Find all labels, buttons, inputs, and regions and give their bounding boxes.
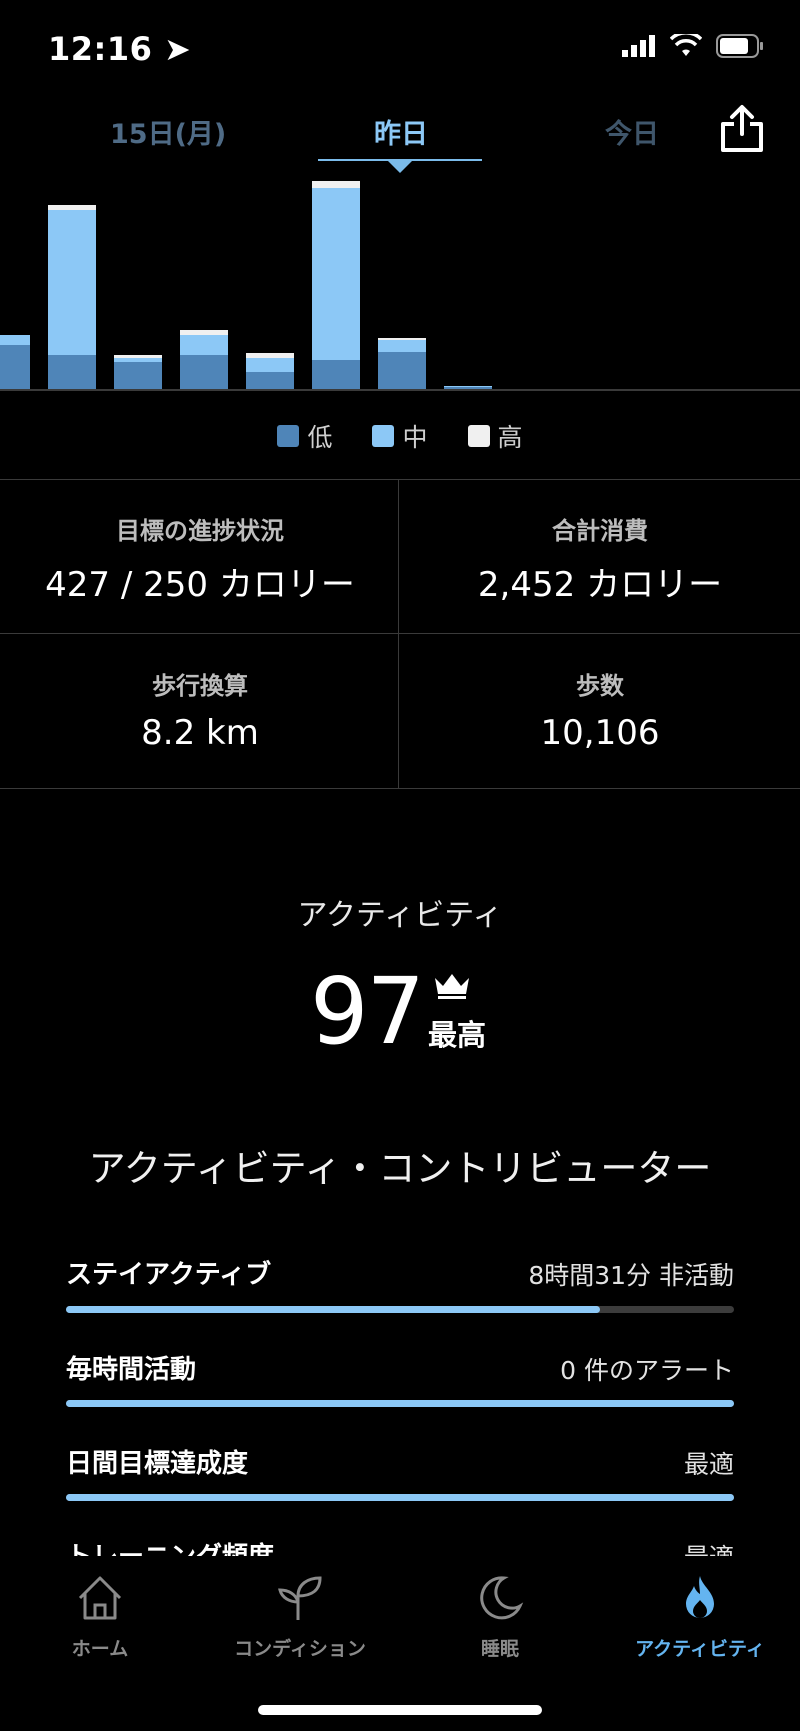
chart-bar-high	[312, 181, 360, 188]
wifi-icon	[670, 34, 702, 56]
crown-icon	[435, 974, 469, 999]
status-time: 12:16 ➤	[48, 30, 192, 68]
divider	[0, 479, 800, 480]
goal-progress-label: 目標の進捗状況	[116, 517, 284, 545]
walking-distance-label: 歩行換算	[152, 672, 248, 700]
contributor-label: 毎時間活動	[66, 1355, 197, 1385]
contributor-label: 日間目標達成度	[66, 1449, 249, 1479]
goal-progress-value: 427 / 250 カロリー	[45, 565, 355, 605]
activity-score-title: アクティビティ	[297, 898, 503, 933]
battery-icon	[716, 34, 763, 58]
legend-label-low: 低	[307, 423, 333, 452]
chart-bar-high	[246, 353, 294, 358]
location-arrow-icon: ➤	[164, 30, 192, 68]
chart-bar-mid	[246, 358, 294, 372]
contributor-progress-track	[66, 1306, 734, 1313]
activity-bar-chart	[0, 181, 492, 390]
nav-condition-label: コンディション	[234, 1638, 366, 1660]
chart-bar-mid	[180, 335, 228, 355]
steps-value: 10,106	[540, 713, 660, 753]
contributor-progress-fill	[66, 1400, 734, 1407]
legend-swatch-mid	[372, 425, 395, 447]
contributor-label: ステイアクティブ	[66, 1260, 272, 1290]
chart-bar-low	[378, 352, 426, 390]
chart-bar-high	[48, 205, 96, 210]
signal-icon	[622, 35, 655, 57]
chart-bar-low	[0, 345, 30, 390]
nav-activity[interactable]: アクティビティ	[600, 1572, 800, 1661]
chart-bar-low	[114, 362, 162, 390]
chart-legend: 低 中 高	[0, 418, 800, 454]
legend-swatch-low	[277, 425, 300, 447]
chart-bar-low	[48, 355, 96, 390]
contributor-value: 8時間31分 非活動	[528, 1261, 734, 1290]
contributor-value: 最適	[683, 1450, 734, 1479]
chart-bar-low	[246, 372, 294, 390]
sprout-icon	[278, 1576, 322, 1620]
legend-low: 低	[277, 418, 332, 454]
tab-prev-day[interactable]: 15日(月)	[110, 112, 226, 151]
activity-score-rating: 最高	[428, 1018, 487, 1052]
walking-distance-value: 8.2 km	[141, 713, 259, 753]
activity-score: 97	[310, 958, 425, 1065]
tab-caret	[388, 161, 412, 173]
chart-bar-mid	[444, 386, 492, 387]
legend-swatch-high	[467, 425, 490, 447]
legend-mid: 中	[372, 418, 428, 454]
divider	[0, 788, 800, 789]
chart-bar-mid	[48, 210, 96, 355]
contributor-progress-fill	[66, 1306, 601, 1313]
chart-bar-mid	[0, 335, 30, 345]
contributors-title: アクティビティ・コントリビューター	[88, 1147, 712, 1190]
share-icon[interactable]	[718, 104, 766, 154]
divider	[0, 633, 800, 634]
home-icon	[78, 1576, 122, 1620]
nav-sleep-label: 睡眠	[480, 1638, 519, 1660]
nav-activity-label: アクティビティ	[635, 1638, 765, 1660]
legend-label-high: 高	[497, 423, 523, 452]
chart-bar-high	[114, 355, 162, 358]
chart-bar-mid	[114, 358, 162, 362]
nav-home[interactable]: ホーム	[0, 1572, 200, 1661]
chart-bar-high	[180, 330, 228, 335]
home-indicator	[258, 1705, 542, 1715]
chart-bar-low	[312, 360, 360, 390]
total-calories-label: 合計消費	[552, 517, 648, 545]
contributor-progress-track	[66, 1400, 734, 1407]
legend-label-mid: 中	[402, 423, 428, 452]
status-icons	[622, 34, 764, 58]
tab-today[interactable]: 今日	[605, 112, 659, 151]
nav-sleep[interactable]: 睡眠	[400, 1572, 600, 1661]
chart-baseline	[0, 389, 800, 391]
tab-yesterday[interactable]: 昨日	[374, 112, 428, 151]
contributor-value: 0 件のアラート	[560, 1356, 734, 1385]
chart-bar-high	[378, 338, 426, 340]
flame-icon	[686, 1576, 714, 1618]
legend-high: 高	[467, 418, 523, 454]
steps-label: 歩数	[576, 672, 624, 700]
chart-bar-mid	[378, 340, 426, 352]
nav-condition[interactable]: コンディション	[200, 1572, 400, 1661]
contributor-progress-fill	[66, 1494, 734, 1501]
moon-icon	[480, 1576, 524, 1620]
chart-bar-low	[180, 355, 228, 390]
nav-home-label: ホーム	[71, 1638, 129, 1660]
total-calories-value: 2,452 カロリー	[477, 565, 723, 605]
contributor-progress-track	[66, 1494, 734, 1501]
chart-bar-mid	[312, 188, 360, 360]
